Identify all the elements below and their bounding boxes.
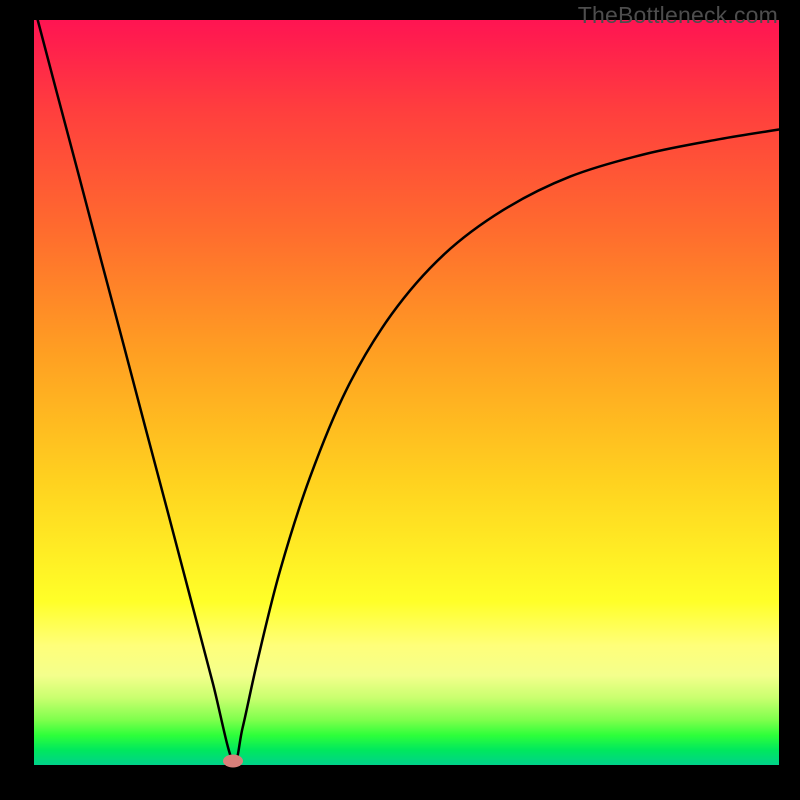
- plot-area: [34, 20, 779, 765]
- watermark-text: TheBottleneck.com: [578, 2, 778, 29]
- chart-frame: TheBottleneck.com: [0, 0, 800, 800]
- optimum-marker: [223, 755, 243, 768]
- curve-svg: [34, 20, 779, 765]
- bottleneck-curve: [38, 20, 779, 763]
